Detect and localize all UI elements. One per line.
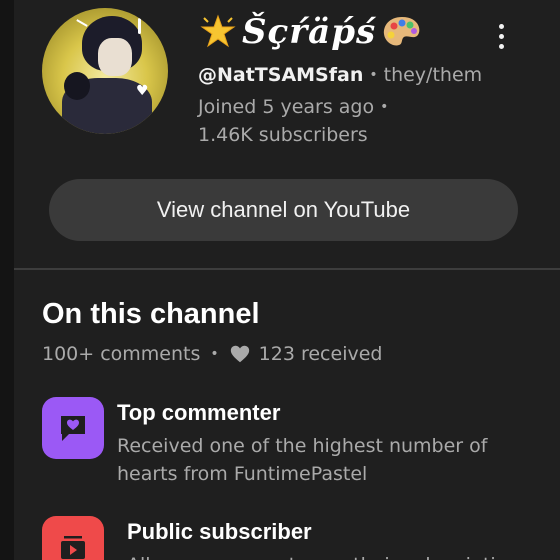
comments-count: 100+ comments bbox=[42, 343, 201, 365]
avatar-heart-icon: ♥ bbox=[136, 83, 149, 99]
heart-icon bbox=[229, 343, 251, 365]
subscriber-count: 1.46K subscribers bbox=[198, 124, 368, 146]
more-dot bbox=[498, 23, 504, 29]
channel-about-panel: ♥ Šçŕäṕś @NatTSAMSfan • they/them Joined… bbox=[0, 0, 560, 560]
comment-heart-icon bbox=[42, 397, 104, 459]
section-title: On this channel bbox=[42, 298, 260, 330]
more-dot bbox=[498, 43, 504, 49]
avatar-small-figure bbox=[64, 72, 90, 100]
top-commenter-description-line2: hearts from FuntimePastel bbox=[117, 463, 368, 485]
joined-line: Joined 5 years ago • bbox=[198, 96, 394, 118]
channel-name-text: Šçŕäṕś bbox=[242, 12, 377, 52]
separator: • bbox=[380, 99, 389, 115]
subscriptions-icon bbox=[42, 516, 104, 560]
top-commenter-description-line1: Received one of the highest number of bbox=[117, 435, 488, 457]
hearts-received: 123 received bbox=[258, 343, 383, 365]
handle-line: @NatTSAMSfan • they/them bbox=[198, 64, 482, 86]
top-commenter-title: Top commenter bbox=[117, 400, 281, 425]
channel-avatar[interactable]: ♥ bbox=[42, 8, 168, 134]
divider bbox=[14, 268, 560, 270]
view-channel-button[interactable]: View channel on YouTube bbox=[49, 179, 518, 241]
channel-handle[interactable]: @NatTSAMSfan bbox=[198, 64, 363, 86]
pronouns: they/them bbox=[383, 64, 483, 86]
artist-palette-icon bbox=[380, 12, 424, 52]
avatar-figure-face bbox=[98, 38, 132, 76]
avatar-sparkle-icon bbox=[138, 18, 141, 34]
public-subscriber-title: Public subscriber bbox=[127, 519, 312, 544]
channel-stats: 100+ comments • 123 received bbox=[42, 343, 382, 365]
avatar-sparkle-icon bbox=[76, 19, 88, 27]
separator: • bbox=[210, 346, 219, 362]
more-options-button[interactable] bbox=[486, 18, 516, 54]
panel-left-edge bbox=[0, 0, 14, 560]
joined-date: Joined 5 years ago bbox=[198, 96, 375, 118]
separator: • bbox=[369, 67, 378, 83]
more-dot bbox=[498, 33, 504, 39]
channel-name: Šçŕäṕś bbox=[198, 10, 424, 54]
public-subscriber-description: Allows everyone to see their subscriptio bbox=[127, 551, 507, 560]
glowing-star-icon bbox=[198, 12, 238, 52]
